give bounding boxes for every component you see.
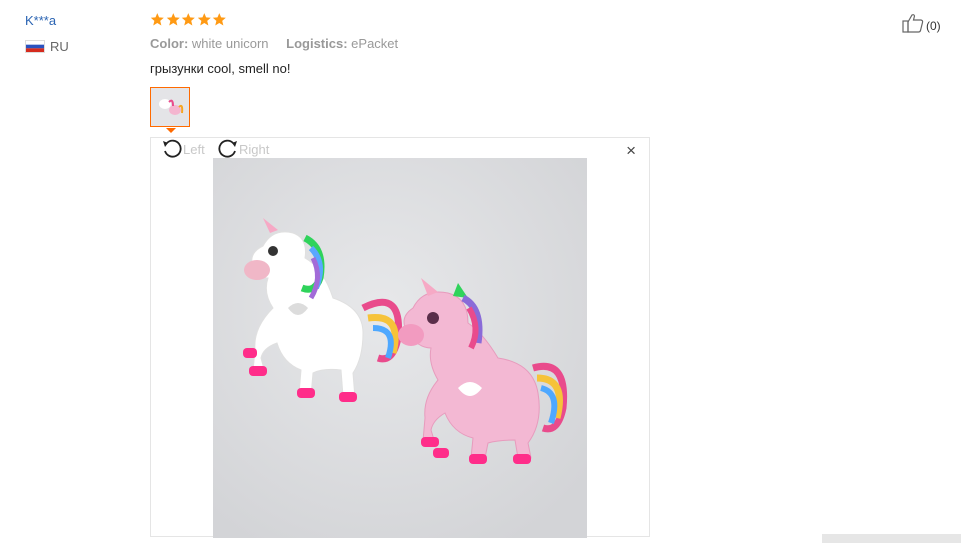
thumbnail-pointer bbox=[166, 128, 176, 133]
logistics-attr-value: ePacket bbox=[351, 36, 399, 51]
review-photo-large bbox=[213, 158, 587, 538]
photo-viewer: Left Right × bbox=[150, 137, 650, 538]
star-icon bbox=[197, 13, 211, 26]
color-attr-value: white unicorn bbox=[191, 36, 269, 51]
thumbs-up-icon bbox=[902, 13, 924, 38]
rotate-right-label: Right bbox=[239, 142, 270, 157]
country-code: RU bbox=[50, 39, 69, 54]
reviewer-name[interactable]: K***a bbox=[25, 13, 56, 28]
star-icon bbox=[213, 13, 227, 26]
color-attr-key: Color: bbox=[150, 36, 189, 51]
rotate-left-icon bbox=[161, 138, 183, 161]
star-icon bbox=[166, 13, 180, 26]
ru-flag-icon bbox=[25, 40, 45, 53]
review-photo-thumbnail[interactable] bbox=[150, 87, 190, 127]
logistics-attr-key: Logistics: bbox=[286, 36, 348, 51]
reviewer-country: RU bbox=[25, 39, 69, 54]
rotate-left-button[interactable]: Left bbox=[161, 138, 205, 161]
star-icon bbox=[150, 13, 164, 26]
order-attributes: Color: white unicorn Logistics: ePacket bbox=[150, 36, 412, 51]
helpful-count: (0) bbox=[926, 18, 941, 33]
star-icon bbox=[181, 13, 195, 26]
close-viewer-button[interactable]: × bbox=[626, 142, 636, 159]
rotate-left-label: Left bbox=[183, 142, 205, 157]
helpful-button[interactable]: (0) bbox=[902, 13, 941, 38]
star-rating bbox=[150, 12, 227, 27]
scroll-region bbox=[822, 534, 961, 543]
thumbnail-image bbox=[151, 88, 189, 126]
feedback-text: грызунки cool, smell no! bbox=[150, 61, 291, 76]
unicorn-photo bbox=[213, 158, 587, 538]
